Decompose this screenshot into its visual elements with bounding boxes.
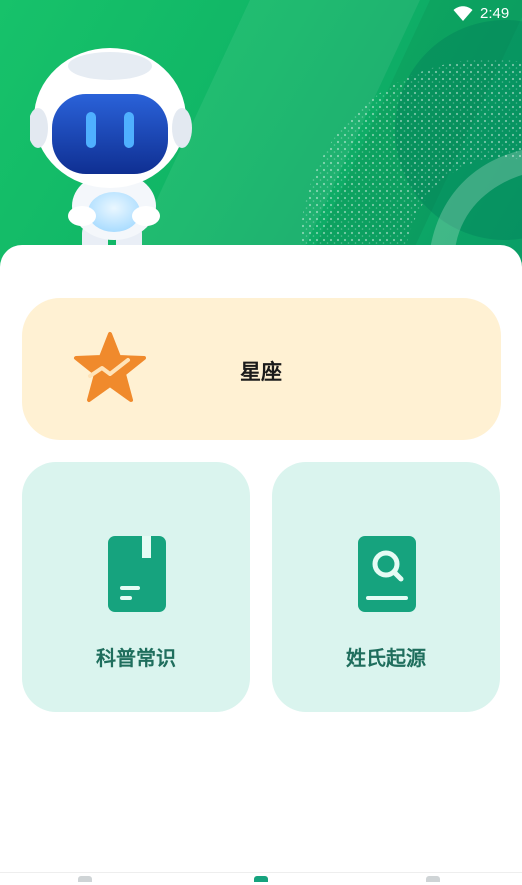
wifi-icon xyxy=(453,6,473,21)
star-icon xyxy=(74,332,146,402)
constellation-label: 星座 xyxy=(240,360,282,384)
science-card[interactable]: 科普常识 xyxy=(22,462,250,712)
surname-origin-card[interactable]: 姓氏起源 xyxy=(272,462,500,712)
surname-origin-label: 姓氏起源 xyxy=(346,646,426,670)
status-bar: 2:49 xyxy=(0,0,522,28)
nav-icon-profile[interactable] xyxy=(426,876,440,882)
status-time: 2:49 xyxy=(480,5,510,22)
robot-mascot xyxy=(30,48,192,261)
book-bookmark-icon xyxy=(108,536,166,612)
book-search-icon xyxy=(358,536,416,612)
nav-icon-active[interactable] xyxy=(254,876,268,882)
nav-icon-home[interactable] xyxy=(78,876,92,882)
science-label: 科普常识 xyxy=(96,646,176,670)
constellation-card[interactable]: 星座 xyxy=(22,298,501,440)
